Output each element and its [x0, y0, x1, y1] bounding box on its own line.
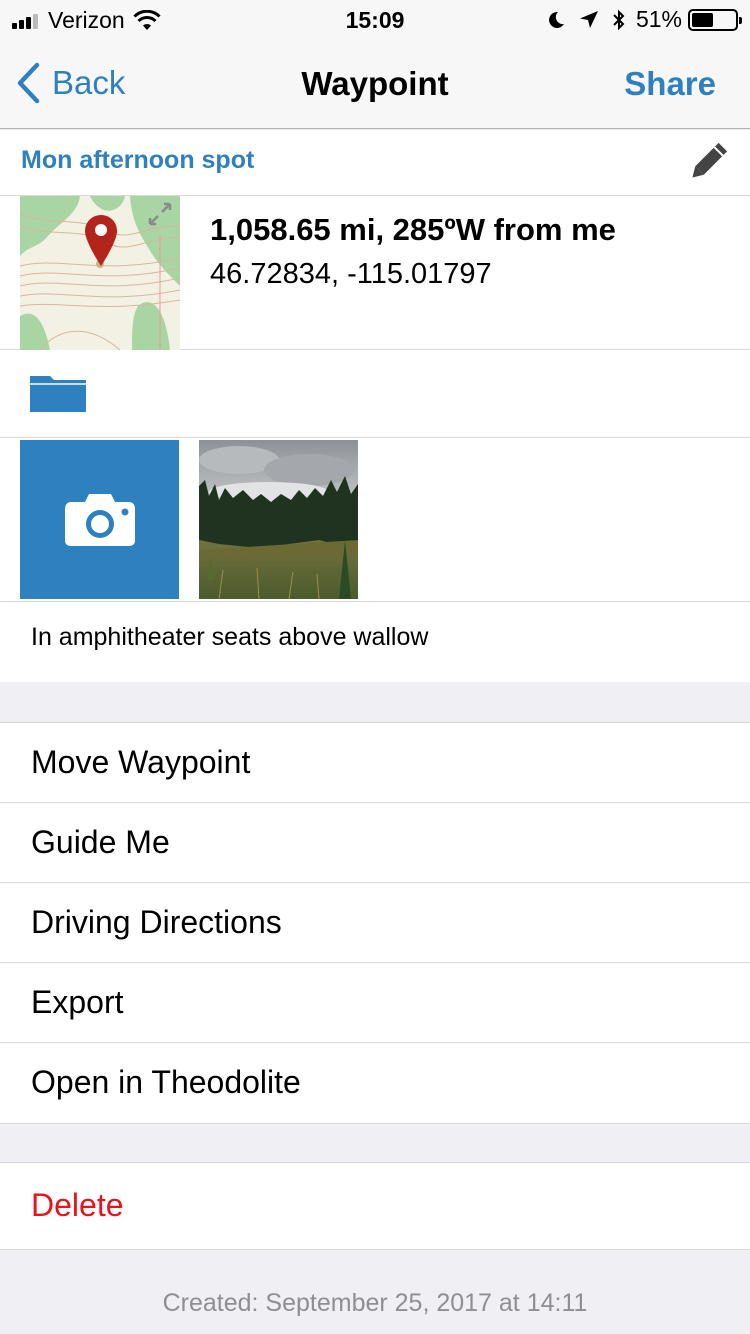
photo-row	[0, 438, 750, 602]
camera-icon	[64, 493, 135, 546]
folder-icon	[30, 376, 86, 412]
delete-button[interactable]: Delete	[0, 1162, 750, 1250]
map-pin-icon	[85, 215, 117, 266]
note-row: In amphitheater seats above wallow	[0, 602, 750, 682]
waypoint-name: Mon afternoon spot	[21, 146, 255, 174]
waypoint-card: Mon afternoon spot 1,058.65 mi, 285ºW fr…	[0, 130, 750, 682]
battery-icon	[688, 8, 742, 31]
edit-pencil-icon[interactable]	[684, 138, 732, 186]
action-label: Open in Theodolite	[31, 1064, 301, 1100]
map-thumbnail[interactable]	[20, 196, 180, 350]
driving-directions-item[interactable]: Driving Directions	[0, 883, 750, 963]
created-timestamp: Created: September 25, 2017 at 14:11	[162, 1289, 588, 1317]
guide-me-item[interactable]: Guide Me	[0, 803, 750, 883]
bluetooth-icon	[613, 9, 625, 30]
waypoint-photo[interactable]	[199, 440, 358, 599]
location-row[interactable]: 1,058.65 mi, 285ºW from me 46.72834, -11…	[0, 196, 750, 350]
battery-percent: 51%	[635, 6, 682, 32]
action-label: Guide Me	[31, 824, 170, 860]
moon-icon	[549, 11, 564, 28]
action-label: Move Waypoint	[31, 744, 251, 780]
add-photo-button[interactable]	[20, 440, 179, 599]
action-label: Export	[31, 984, 124, 1020]
move-waypoint-item[interactable]: Move Waypoint	[0, 723, 750, 803]
navigation-bar: Back Waypoint Share	[0, 40, 750, 129]
coordinates: 46.72834, -115.01797	[210, 258, 492, 290]
action-list: Move Waypoint Guide Me Driving Direction…	[0, 722, 750, 1124]
waypoint-note: In amphitheater seats above wallow	[31, 623, 429, 651]
export-item[interactable]: Export	[0, 963, 750, 1043]
action-label: Driving Directions	[31, 904, 282, 940]
distance-bearing: 1,058.65 mi, 285ºW from me	[210, 212, 616, 247]
delete-label: Delete	[31, 1187, 124, 1223]
open-in-theodolite-item[interactable]: Open in Theodolite	[0, 1043, 750, 1123]
status-bar: Verizon 15:09 51%	[0, 0, 750, 40]
location-arrow-icon	[579, 10, 598, 28]
folder-row[interactable]	[0, 350, 750, 438]
share-button[interactable]: Share	[624, 65, 716, 103]
waypoint-name-row: Mon afternoon spot	[0, 130, 750, 196]
